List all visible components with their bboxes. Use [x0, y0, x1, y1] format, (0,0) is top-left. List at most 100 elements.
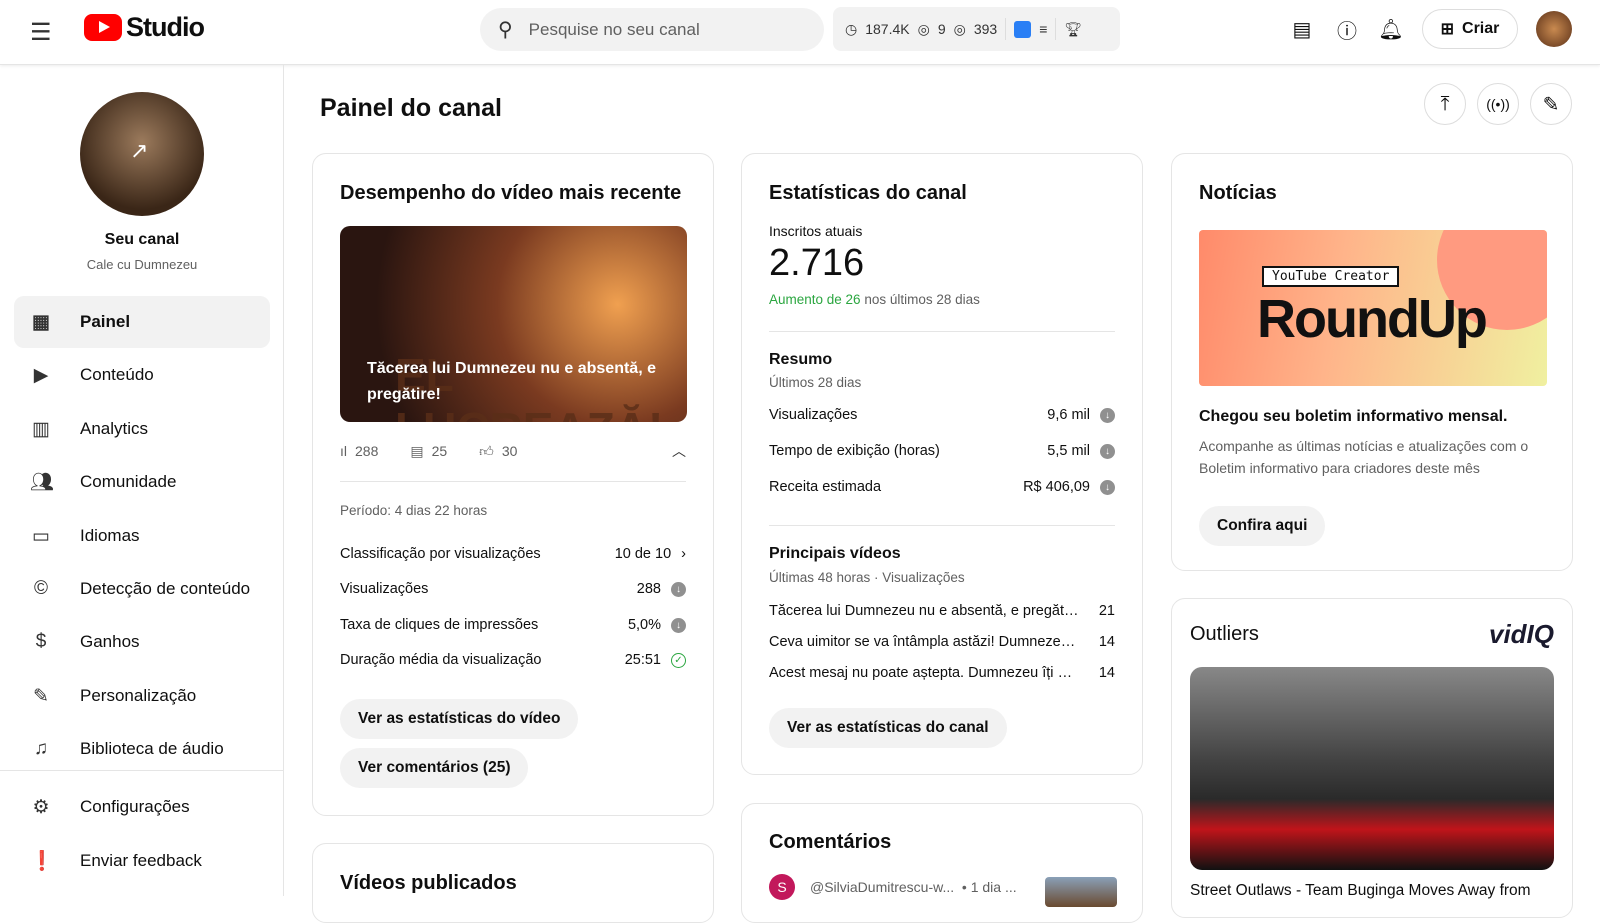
nav-label: Configurações: [80, 797, 190, 816]
metric-value: 288: [636, 581, 661, 597]
clock-icon: ◷: [845, 20, 858, 37]
view-comments-button[interactable]: Ver comentários (25): [340, 748, 529, 788]
vidiq-logo: vidIQ: [1488, 619, 1554, 649]
likes-count: 30: [501, 443, 518, 459]
card-title: Estatísticas do canal: [769, 182, 967, 204]
top-video-row[interactable]: Tăcerea lui Dumnezeu nu e absentă, e pre…: [769, 603, 1115, 619]
top-video-row[interactable]: Acest mesaj nu poate aștepta. Dumnezeu î…: [769, 665, 1115, 681]
sidebar: ↗ Seu canal Cale cu Dumnezeu ▦ Painel ▶ Co…: [0, 65, 284, 896]
vidiq-toolbar: ◷ 187.4K ◎ 9 ◎ 393 ≡ 🏆︎: [833, 7, 1120, 51]
watch-stat: 187.4K: [865, 21, 910, 37]
sidebar-item-ganhos[interactable]: $ Ganhos: [14, 616, 270, 668]
dollar-icon: $: [35, 631, 47, 652]
bell-icon[interactable]: 🔔︎: [1371, 9, 1411, 49]
comment-author[interactable]: @SilviaDumitrescu-w...: [810, 879, 954, 895]
summary-label: Tempo de exibição (horas): [769, 443, 940, 459]
sidebar-item-configuracoes[interactable]: ⚙ Configurações: [14, 781, 270, 833]
sidebar-item-idiomas[interactable]: ▭ Idiomas: [14, 510, 270, 562]
menu-icon[interactable]: ☰: [30, 18, 52, 47]
sidebar-item-comunidade[interactable]: 👥︎ Comunidade: [14, 456, 270, 508]
metric-label: Visualizações: [340, 581, 429, 597]
video-thumbnail[interactable]: EL LUCREAZĂ! Tăcerea lui Dumnezeu nu e a…: [340, 226, 687, 422]
page-title: Painel do canal: [320, 94, 503, 122]
sidebar-item-analytics[interactable]: ▥ Analytics: [14, 403, 270, 455]
upload-icon[interactable]: ⤒: [1424, 83, 1466, 125]
outlier-video-title[interactable]: Street Outlaws - Team Buginga Moves Away…: [1190, 882, 1531, 900]
metric-row: Duração média da visualização 25:51 ✓: [340, 652, 686, 668]
top-video-views: 21: [1098, 603, 1115, 619]
account-avatar[interactable]: [1536, 11, 1572, 47]
create-button[interactable]: ⊞ Criar: [1422, 9, 1518, 49]
help-icon[interactable]: ⓘ: [1327, 9, 1367, 49]
banner-title: RoundUp: [1257, 289, 1488, 349]
nav-label: Ganhos: [80, 632, 140, 651]
feedback-icon[interactable]: ▤: [1282, 9, 1322, 49]
card-title: Outliers: [1190, 623, 1259, 645]
views-stat-1: 9: [937, 21, 946, 37]
video-stats-button[interactable]: Ver as estatísticas do vídeo: [340, 699, 579, 739]
sidebar-item-conteudo[interactable]: ▶ Conteúdo: [14, 349, 270, 401]
logo[interactable]: Studio: [84, 12, 205, 43]
period-text: Período: 4 dias 22 horas: [340, 503, 488, 518]
sidebar-item-painel[interactable]: ▦ Painel: [14, 296, 270, 348]
feedback-icon: ❗: [30, 851, 54, 872]
channel-stats-button[interactable]: Ver as estatísticas do canal: [769, 708, 1007, 748]
metric-row: Taxa de cliques de impressões 5,0% ↓: [340, 617, 686, 633]
arrow-down-icon: ↓: [1100, 479, 1115, 495]
community-icon: 👥︎: [30, 472, 55, 493]
channel-avatar[interactable]: ↗: [80, 92, 204, 216]
news-card: Notícias YouTube Creator RoundUp Chegou …: [1171, 153, 1573, 571]
summary-label: Visualizações: [769, 407, 858, 423]
arrow-down-icon: ↓: [1100, 407, 1115, 423]
metric-label: Classificação por visualizações: [340, 546, 541, 562]
views-count: 288: [355, 443, 379, 459]
metric-value: 5,0%: [627, 617, 661, 633]
outlier-video-thumbnail[interactable]: [1190, 667, 1554, 870]
youtube-logo-icon: [84, 14, 122, 41]
channel-stats-card: Estatísticas do canal Inscritos atuais 2…: [741, 153, 1143, 775]
chevron-right-icon: ›: [681, 546, 686, 562]
trophy-icon[interactable]: 🏆︎: [1064, 21, 1082, 38]
arrow-down-icon: ↓: [1100, 443, 1115, 459]
growth-value: Aumento de 26: [769, 292, 861, 307]
top-bar: ☰ Studio ⚲ Pesquise no seu canal ◷ 187.4K …: [0, 0, 1600, 65]
metric-row: Visualizações 288 ↓: [340, 581, 686, 597]
outliers-card: Outliers vidIQ Street Outlaws - Team Bug…: [1171, 598, 1573, 918]
subscribers-count: 2.716: [769, 242, 865, 284]
analytics-icon: ▥: [32, 418, 50, 440]
create-label: Criar: [1462, 20, 1500, 37]
live-icon[interactable]: ((•)): [1477, 83, 1519, 125]
list-icon[interactable]: ≡: [1039, 21, 1047, 37]
top-video-title: Ceva uimitor se va întâmpla astăzi! Dumn…: [769, 634, 1093, 650]
metric-row[interactable]: Classificação por visualizações 10 de 10 ›: [340, 546, 686, 562]
nav-label: Comunidade: [80, 472, 177, 491]
channel-title: Seu canal: [104, 231, 180, 248]
summary-subtitle: Últimos 28 dias: [769, 375, 862, 390]
like-icon: 👍︎: [479, 442, 494, 459]
top-videos-subtitle: Últimas 48 horas · Visualizações: [769, 570, 965, 585]
chevron-up-icon[interactable]: ︿: [672, 441, 686, 461]
nav-label: Painel: [80, 312, 131, 331]
comment-avatar: S: [769, 874, 795, 900]
audio-library-icon: ♫: [33, 738, 49, 759]
logo-text: Studio: [126, 12, 205, 42]
nav-label: Personalização: [80, 686, 197, 705]
sidebar-item-feedback[interactable]: ❗ Enviar feedback: [14, 835, 270, 887]
comment-video-thumbnail[interactable]: [1045, 877, 1117, 907]
news-cta-button[interactable]: Confira aqui: [1199, 506, 1326, 546]
edit-post-icon[interactable]: ✎: [1530, 83, 1572, 125]
comment-time: • 1 dia ...: [961, 879, 1017, 895]
sidebar-item-deteccao[interactable]: © Detecção de conteúdo: [14, 563, 270, 615]
news-banner[interactable]: YouTube Creator RoundUp: [1199, 230, 1547, 386]
nav-label: Idiomas: [80, 526, 140, 545]
search-input[interactable]: ⚲ Pesquise no seu canal: [480, 8, 824, 51]
sidebar-item-personalizacao[interactable]: ✎ Personalização: [14, 670, 270, 722]
sidebar-item-biblioteca[interactable]: ♫ Biblioteca de áudio: [14, 723, 270, 775]
top-video-title: Tăcerea lui Dumnezeu nu e absentă, e pre…: [769, 603, 1085, 619]
gear-icon: ⚙: [32, 796, 50, 818]
vidiq-icon[interactable]: [1014, 20, 1032, 38]
nav-label: Enviar feedback: [80, 851, 202, 870]
subtitles-icon: ▭: [32, 525, 50, 547]
copyright-icon: ©: [34, 578, 48, 599]
top-video-row[interactable]: Ceva uimitor se va întâmpla astăzi! Dumn…: [769, 634, 1115, 650]
